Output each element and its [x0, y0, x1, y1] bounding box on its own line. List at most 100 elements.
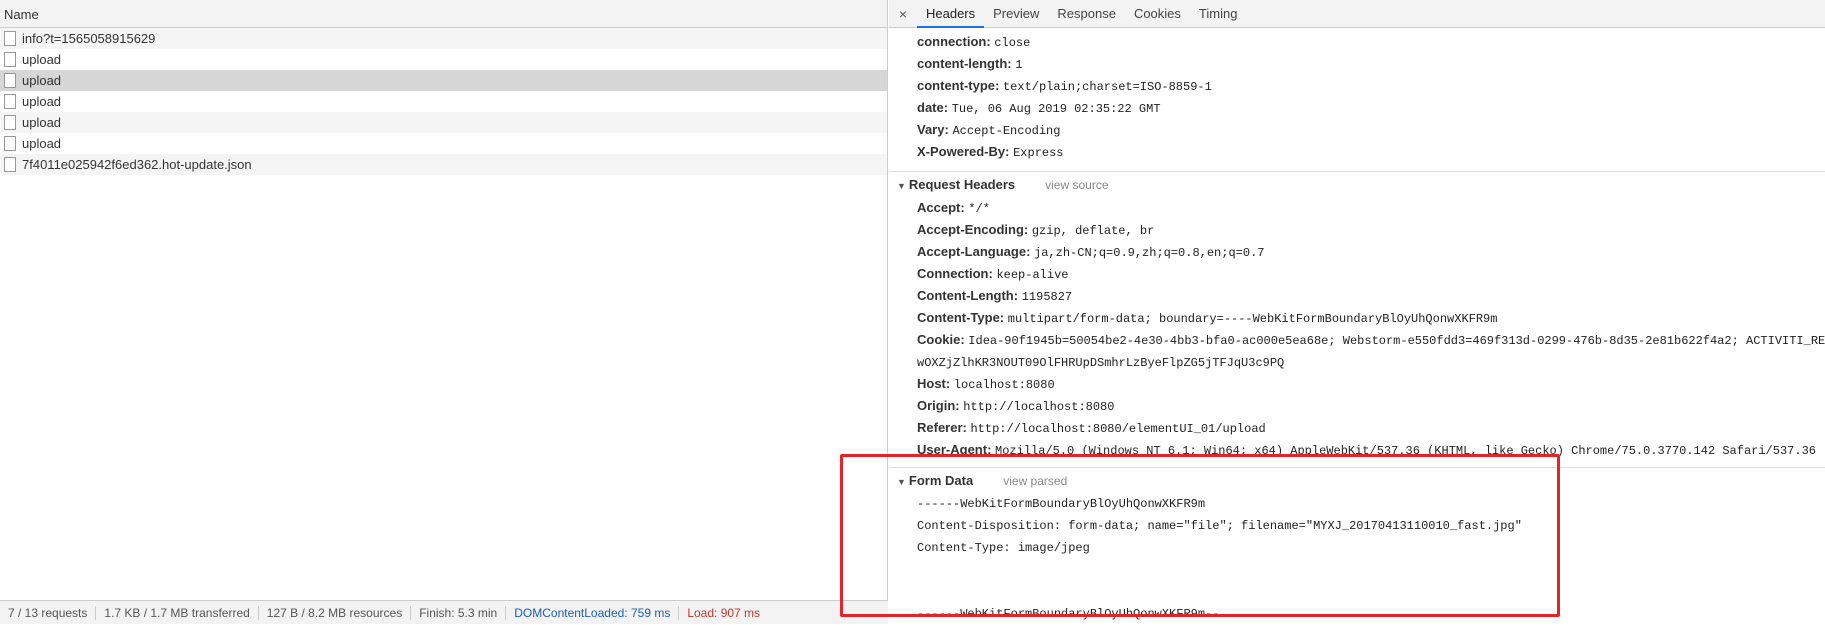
request-row[interactable]: upload [0, 112, 887, 133]
form-data-line [889, 581, 1825, 603]
header-value: Mozilla/5.0 (Windows NT 6.1; Win64; x64)… [995, 444, 1816, 458]
file-icon [4, 52, 16, 67]
name-column-header[interactable]: Name [0, 0, 887, 28]
header-name: User-Agent: [917, 442, 992, 457]
request-row[interactable]: upload [0, 70, 887, 91]
header-name: Vary: [917, 122, 949, 137]
header-name: Accept-Encoding: [917, 222, 1029, 237]
header-row: Accept-Encoding: gzip, deflate, br [889, 219, 1825, 241]
header-value: Express [1013, 146, 1064, 160]
triangle-down-icon: ▼ [897, 477, 906, 487]
header-name: Cookie: [917, 332, 965, 347]
form-data-line: Content-Disposition: form-data; name="fi… [917, 519, 1522, 533]
details-tabs: × Headers Preview Response Cookies Timin… [889, 0, 1825, 28]
header-row: Content-Length: 1195827 [889, 285, 1825, 307]
header-row: content-length: 1 [889, 53, 1825, 75]
file-icon [4, 157, 16, 172]
header-row: Origin: http://localhost:8080 [889, 395, 1825, 417]
request-row[interactable]: upload [0, 133, 887, 154]
file-icon [4, 94, 16, 109]
request-name: info?t=1565058915629 [22, 31, 156, 46]
resources-size: 127 B / 8.2 MB resources [259, 605, 412, 620]
header-value: Idea-90f1945b=50054be2-4e30-4bb3-bfa0-ac… [968, 334, 1825, 348]
request-name: upload [22, 94, 62, 109]
close-icon[interactable]: × [889, 6, 917, 22]
file-icon [4, 73, 16, 88]
request-name: 7f4011e025942f6ed362.hot-update.json [22, 157, 252, 172]
header-name: Referer: [917, 420, 967, 435]
header-name: Content-Type: [917, 310, 1005, 325]
load-time: Load: 907 ms [687, 605, 761, 620]
tab-preview[interactable]: Preview [984, 0, 1048, 28]
header-name: date: [917, 100, 949, 115]
request-list-panel: Name info?t=1565058915629 upload upload upl… [0, 0, 888, 624]
response-headers: connection: close content-length: 1 conten… [889, 31, 1825, 163]
header-row: User-Agent: Mozilla/5.0 (Windows NT 6.1;… [889, 439, 1825, 461]
header-row: X-Powered-By: Express [889, 141, 1825, 163]
request-details-panel: × Headers Preview Response Cookies Timin… [889, 0, 1825, 624]
header-row: Content-Type: multipart/form-data; bound… [889, 307, 1825, 329]
request-name: upload [22, 136, 62, 151]
request-row[interactable]: upload [0, 91, 887, 112]
request-row[interactable]: info?t=1565058915629 [0, 28, 887, 49]
request-row[interactable]: upload [0, 49, 887, 70]
header-name: content-type: [917, 78, 1000, 93]
header-value: 1 [1015, 58, 1023, 72]
section-title: Form Data [908, 473, 974, 488]
header-row: connection: close [889, 31, 1825, 53]
header-value: multipart/form-data; boundary=----WebKit… [1007, 312, 1498, 326]
request-list: info?t=1565058915629 upload upload upload up… [0, 28, 887, 175]
header-row: Vary: Accept-Encoding [889, 119, 1825, 141]
requests-count: 7 / 13 requests [0, 605, 97, 620]
header-value: http://localhost:8080/elementUI_01/uploa… [970, 422, 1266, 436]
tab-timing[interactable]: Timing [1190, 0, 1247, 28]
header-value: 1195827 [1021, 290, 1073, 304]
header-value: */* [968, 202, 990, 216]
header-row: Accept: */* [889, 197, 1825, 219]
view-source-link[interactable]: view source [1045, 178, 1108, 192]
form-data-line: Content-Type: image/jpeg [917, 541, 1090, 555]
header-name: Accept-Language: [917, 244, 1031, 259]
tab-response[interactable]: Response [1048, 0, 1125, 28]
header-value: ja,zh-CN;q=0.9,zh;q=0.8,en;q=0.7 [1034, 246, 1265, 260]
section-title: Request Headers [908, 177, 1016, 192]
header-name: Origin: [917, 398, 960, 413]
header-name: connection: [917, 34, 991, 49]
header-value: gzip, deflate, br [1031, 224, 1155, 238]
form-data-line [889, 559, 1825, 581]
request-headers-section[interactable]: ▼ Request Headers view source [889, 171, 1825, 197]
header-name: Host: [917, 376, 951, 391]
header-value: Accept-Encoding [952, 124, 1061, 138]
form-data-line: ------WebKitFormBoundaryBlOyUhQonwXKFR9m… [917, 607, 1220, 621]
dom-content-loaded: DOMContentLoaded: 759 ms [506, 605, 680, 620]
status-bar: 7 / 13 requests 1.7 KB / 1.7 MB transfer… [0, 600, 888, 624]
file-icon [4, 31, 16, 46]
file-icon [4, 136, 16, 151]
header-row: Host: localhost:8080 [889, 373, 1825, 395]
header-value: http://localhost:8080 [963, 400, 1115, 414]
form-data-section[interactable]: ▼ Form Data view parsed [889, 467, 1825, 493]
header-name: content-length: [917, 56, 1012, 71]
header-name: Connection: [917, 266, 993, 281]
view-parsed-link[interactable]: view parsed [1003, 474, 1067, 488]
request-name: upload [22, 73, 62, 88]
triangle-down-icon: ▼ [897, 181, 906, 191]
header-name: X-Powered-By: [917, 144, 1010, 159]
tab-headers[interactable]: Headers [917, 0, 985, 28]
header-value: Tue, 06 Aug 2019 02:35:22 GMT [951, 102, 1161, 116]
header-row: Cookie: Idea-90f1945b=50054be2-4e30-4bb3… [889, 329, 1825, 351]
form-data-body: ------WebKitFormBoundaryBlOyUhQonwXKFR9m… [889, 493, 1825, 625]
request-headers: Accept: */* Accept-Encoding: gzip, deflat… [889, 197, 1825, 461]
header-row: content-type: text/plain;charset=ISO-885… [889, 75, 1825, 97]
header-value: wOXZjZlhKR3NOUT09OlFHRUpDSmhrLzByeFlpZG5… [917, 356, 1285, 370]
header-value: text/plain;charset=ISO-8859-1 [1002, 80, 1212, 94]
file-icon [4, 115, 16, 130]
header-row: date: Tue, 06 Aug 2019 02:35:22 GMT [889, 97, 1825, 119]
header-name: Accept: [917, 200, 965, 215]
transferred-size: 1.7 KB / 1.7 MB transferred [96, 605, 259, 620]
header-row: wOXZjZlhKR3NOUT09OlFHRUpDSmhrLzByeFlpZG5… [889, 351, 1825, 373]
tab-cookies[interactable]: Cookies [1125, 0, 1190, 28]
request-row[interactable]: 7f4011e025942f6ed362.hot-update.json [0, 154, 887, 175]
header-row: Connection: keep-alive [889, 263, 1825, 285]
header-row: Accept-Language: ja,zh-CN;q=0.9,zh;q=0.8… [889, 241, 1825, 263]
